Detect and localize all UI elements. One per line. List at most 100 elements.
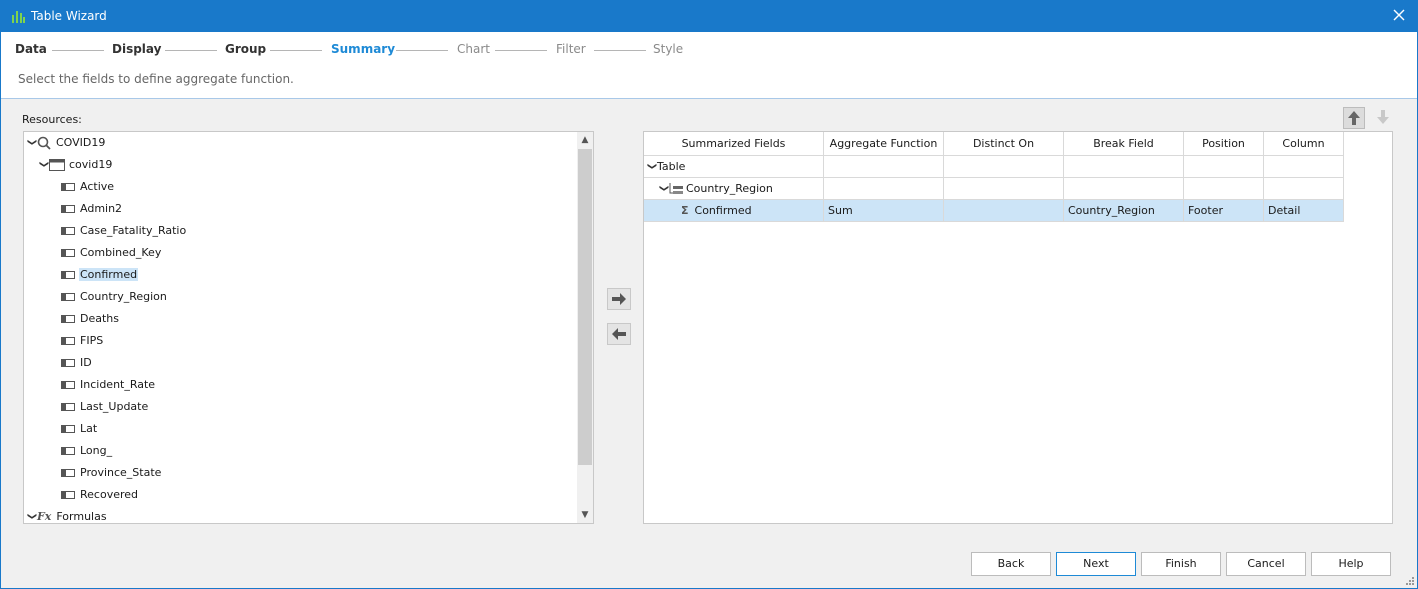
field-icon xyxy=(61,205,75,213)
tree-field[interactable]: Country_Region xyxy=(61,286,168,308)
step-divider xyxy=(270,50,322,51)
grid-cell xyxy=(1264,178,1344,200)
step-description: Select the fields to define aggregate fu… xyxy=(18,72,294,86)
wizard-steps: Data Display Group Summary Chart Filter … xyxy=(1,32,1417,99)
resources-tree[interactable]: ❯ COVID19 ❯ covid19 Active Admin2 Case_Fat… xyxy=(23,131,594,524)
field-icon xyxy=(61,227,75,235)
column-header[interactable]: Column xyxy=(1264,132,1344,156)
close-icon[interactable] xyxy=(1391,7,1407,23)
arrow-up-icon xyxy=(1348,111,1360,125)
scroll-up-icon[interactable]: ▲ xyxy=(577,132,593,148)
grid-cell xyxy=(824,178,944,200)
chevron-down-icon[interactable]: ❯ xyxy=(24,513,43,524)
move-down-button[interactable] xyxy=(1373,107,1393,127)
column-header[interactable]: Distinct On xyxy=(944,132,1064,156)
distinct-on-cell[interactable] xyxy=(944,200,1064,222)
datasource-label: COVID19 xyxy=(56,136,106,149)
tree-node-datasource[interactable]: ❯ COVID19 xyxy=(26,132,106,154)
grid-cell xyxy=(824,156,944,178)
chevron-down-icon[interactable]: ❯ xyxy=(33,161,55,172)
step-display[interactable]: Display xyxy=(112,42,161,56)
step-divider xyxy=(495,50,547,51)
aggregate-function-cell[interactable]: Sum xyxy=(824,200,944,222)
grid-cell xyxy=(1264,156,1344,178)
grid-cell xyxy=(944,178,1064,200)
field-icon xyxy=(61,381,75,389)
tree-field[interactable]: Lat xyxy=(61,418,98,440)
field-icon xyxy=(61,271,75,279)
step-divider xyxy=(594,50,646,51)
step-divider xyxy=(396,50,448,51)
help-button[interactable]: Help xyxy=(1311,552,1391,576)
step-summary[interactable]: Summary xyxy=(331,42,395,56)
step-data[interactable]: Data xyxy=(15,42,47,56)
table-label: covid19 xyxy=(69,158,113,171)
field-icon xyxy=(61,447,75,455)
tree-field[interactable]: Combined_Key xyxy=(61,242,162,264)
tree-node-formulas[interactable]: ❯Fx Formulas xyxy=(24,506,108,524)
sigma-icon: Σ xyxy=(681,204,689,217)
step-filter[interactable]: Filter xyxy=(556,42,586,56)
finish-button[interactable]: Finish xyxy=(1141,552,1221,576)
field-icon xyxy=(61,359,75,367)
resources-label: Resources: xyxy=(22,113,82,126)
tree-field-selected[interactable]: Confirmed xyxy=(61,264,139,286)
summary-grid[interactable]: Summarized Fields Aggregate Function Dis… xyxy=(643,131,1393,524)
step-divider xyxy=(165,50,217,51)
column-cell[interactable]: Detail xyxy=(1264,200,1344,222)
tree-field[interactable]: Last_Update xyxy=(61,396,149,418)
tree-field[interactable]: Admin2 xyxy=(61,198,123,220)
step-style[interactable]: Style xyxy=(653,42,683,56)
grid-cell xyxy=(1184,178,1264,200)
grid-cell xyxy=(1064,156,1184,178)
tree-field[interactable]: Deaths xyxy=(61,308,120,330)
grid-cell xyxy=(1184,156,1264,178)
arrow-right-icon xyxy=(612,293,626,305)
cancel-button[interactable]: Cancel xyxy=(1226,552,1306,576)
break-field-cell[interactable]: Country_Region xyxy=(1064,200,1184,222)
step-divider xyxy=(52,50,104,51)
next-button[interactable]: Next xyxy=(1056,552,1136,576)
arrow-left-icon xyxy=(612,328,626,340)
chevron-down-icon[interactable]: ❯ xyxy=(653,185,675,196)
scroll-down-icon[interactable]: ▼ xyxy=(577,507,593,523)
field-icon xyxy=(61,315,75,323)
column-header[interactable]: Position xyxy=(1184,132,1264,156)
tree-field[interactable]: Incident_Rate xyxy=(61,374,156,396)
chart-wizard-icon xyxy=(12,11,25,23)
column-header[interactable]: Summarized Fields xyxy=(644,132,824,156)
tree-field[interactable]: FIPS xyxy=(61,330,104,352)
tree-field[interactable]: Recovered xyxy=(61,484,139,506)
field-icon xyxy=(61,249,75,257)
move-up-button[interactable] xyxy=(1343,107,1365,129)
group-node-label: Country_Region xyxy=(686,182,773,195)
column-header[interactable]: Aggregate Function xyxy=(824,132,944,156)
arrow-down-icon xyxy=(1377,110,1389,124)
tree-field[interactable]: Long_ xyxy=(61,440,113,462)
remove-field-button[interactable] xyxy=(607,323,631,345)
tree-field[interactable]: Province_State xyxy=(61,462,162,484)
field-icon xyxy=(61,293,75,301)
step-chart[interactable]: Chart xyxy=(457,42,490,56)
tree-field[interactable]: Active xyxy=(61,176,115,198)
field-icon xyxy=(61,337,75,345)
field-icon xyxy=(61,469,75,477)
chevron-down-icon[interactable]: ❯ xyxy=(644,163,663,174)
grid-cell xyxy=(944,156,1064,178)
grid-row-group[interactable]: ❯ Country_Region xyxy=(644,178,824,200)
tree-scrollbar[interactable]: ▲ ▼ xyxy=(577,132,593,523)
tree-node-table[interactable]: ❯ covid19 xyxy=(38,154,113,176)
step-group[interactable]: Group xyxy=(225,42,266,56)
resize-grip-icon[interactable] xyxy=(1406,577,1414,585)
tree-field[interactable]: ID xyxy=(61,352,93,374)
scrollbar-thumb[interactable] xyxy=(578,149,592,465)
tree-field[interactable]: Case_Fatality_Ratio xyxy=(61,220,187,242)
position-cell[interactable]: Footer xyxy=(1184,200,1264,222)
summary-row-field[interactable]: Σ Confirmed xyxy=(644,200,824,222)
grid-cell xyxy=(1064,178,1184,200)
column-header[interactable]: Break Field xyxy=(1064,132,1184,156)
chevron-down-icon[interactable]: ❯ xyxy=(24,139,43,150)
add-field-button[interactable] xyxy=(607,288,631,310)
back-button[interactable]: Back xyxy=(971,552,1051,576)
grid-row-table[interactable]: ❯Table xyxy=(644,156,824,178)
